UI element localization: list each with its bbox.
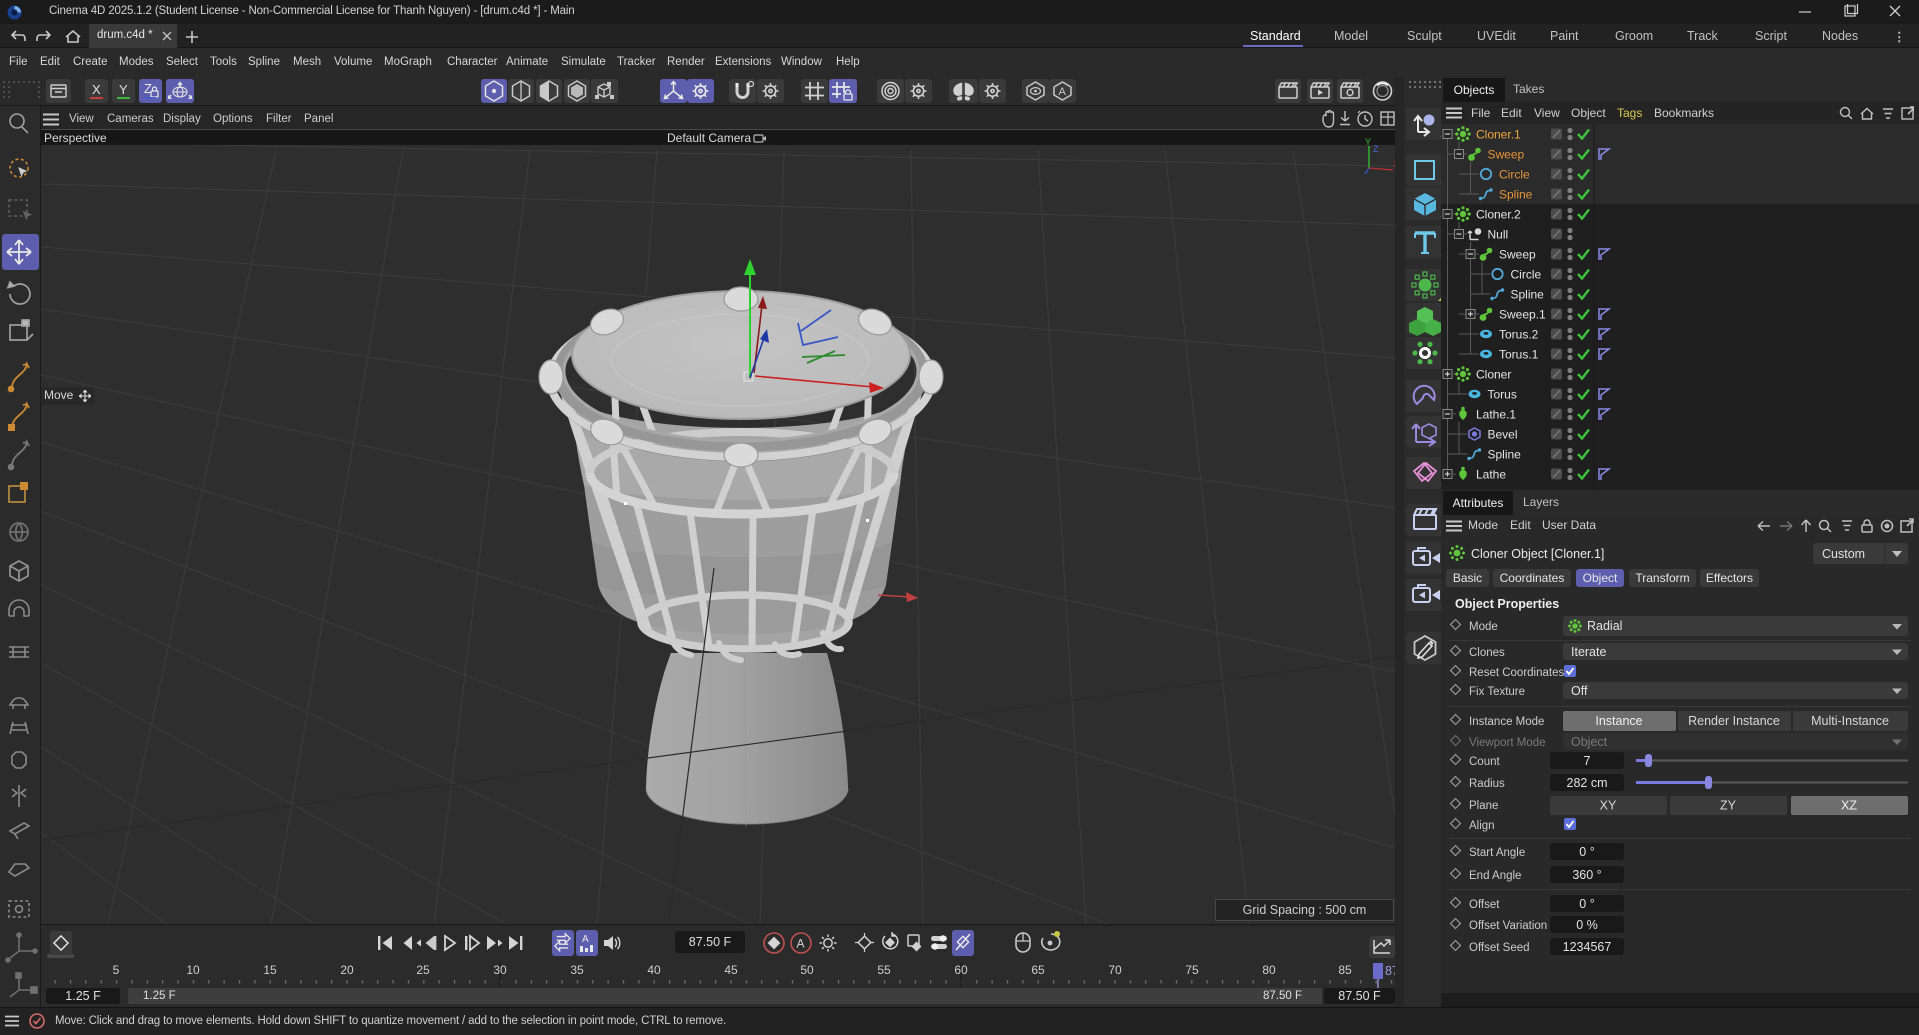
svg-text:25: 25: [416, 963, 430, 977]
svg-text:ZY: ZY: [1720, 799, 1737, 813]
svg-text:XY: XY: [1600, 799, 1617, 813]
svg-text:Null: Null: [1488, 228, 1509, 242]
svg-text:Spline: Spline: [1488, 448, 1522, 462]
svg-text:360 °: 360 °: [1572, 868, 1601, 882]
svg-text:Object: Object: [1583, 571, 1618, 585]
svg-text:Circle: Circle: [1511, 268, 1542, 282]
svg-text:5: 5: [113, 963, 120, 977]
svg-text:A: A: [797, 937, 805, 951]
svg-text:Torus.1: Torus.1: [1499, 348, 1539, 362]
svg-text:Cloner.1: Cloner.1: [1476, 128, 1521, 142]
svg-text:Offset Variation: Offset Variation: [1469, 920, 1547, 932]
svg-text:Bevel: Bevel: [1488, 428, 1518, 442]
svg-text:Cloner.2: Cloner.2: [1476, 208, 1521, 222]
svg-text:X: X: [92, 82, 101, 97]
svg-text:Plane: Plane: [1469, 800, 1498, 812]
svg-text:75: 75: [1185, 963, 1199, 977]
svg-text:Lathe.1: Lathe.1: [1476, 408, 1516, 422]
svg-text:Y: Y: [1365, 138, 1371, 147]
svg-text:Basic: Basic: [1453, 571, 1482, 585]
svg-text:Offset: Offset: [1469, 899, 1500, 911]
svg-text:Coordinates: Coordinates: [1500, 571, 1565, 585]
svg-text:Radial: Radial: [1587, 619, 1622, 633]
svg-text:Sweep: Sweep: [1488, 148, 1525, 162]
svg-text:55: 55: [877, 963, 891, 977]
svg-text:Count: Count: [1469, 756, 1500, 768]
svg-text:Align: Align: [1469, 820, 1495, 832]
svg-text:0 °: 0 °: [1579, 845, 1594, 859]
svg-text:65: 65: [1031, 963, 1045, 977]
svg-text:1234567: 1234567: [1563, 940, 1612, 954]
svg-text:Spline: Spline: [1499, 188, 1533, 202]
svg-text:Viewport Mode: Viewport Mode: [1469, 737, 1546, 749]
svg-text:30: 30: [493, 963, 507, 977]
svg-text:Sweep.1: Sweep.1: [1499, 308, 1546, 322]
svg-text:Off: Off: [1571, 684, 1588, 698]
svg-text:XZ: XZ: [1841, 799, 1857, 813]
svg-text:Spline: Spline: [1511, 288, 1545, 302]
svg-text:40: 40: [647, 963, 661, 977]
svg-text:Multi-Instance: Multi-Instance: [1811, 714, 1889, 728]
svg-text:A: A: [582, 934, 589, 945]
svg-text:Torus.2: Torus.2: [1499, 328, 1539, 342]
svg-text:85: 85: [1338, 963, 1352, 977]
svg-text:Lathe: Lathe: [1476, 468, 1506, 482]
svg-text:Start Angle: Start Angle: [1469, 847, 1525, 859]
svg-text:20: 20: [340, 963, 354, 977]
svg-text:Sweep: Sweep: [1499, 248, 1536, 262]
svg-text:60: 60: [954, 963, 968, 977]
svg-text:7: 7: [1584, 754, 1591, 768]
svg-text:End Angle: End Angle: [1469, 870, 1521, 882]
svg-text:50: 50: [800, 963, 814, 977]
svg-text:45: 45: [724, 963, 738, 977]
svg-text:Radius: Radius: [1469, 778, 1505, 790]
svg-text:A: A: [1059, 86, 1067, 98]
svg-text:Y: Y: [119, 82, 128, 97]
svg-text:Z: Z: [1373, 144, 1379, 154]
svg-text:0 %: 0 %: [1576, 918, 1598, 932]
svg-text:Clones: Clones: [1469, 647, 1505, 659]
svg-text:Cloner: Cloner: [1476, 368, 1511, 382]
svg-text:Circle: Circle: [1499, 168, 1530, 182]
svg-text:Instance Mode: Instance Mode: [1469, 716, 1544, 728]
svg-text:Render Instance: Render Instance: [1688, 714, 1780, 728]
svg-text:Object: Object: [1571, 735, 1608, 749]
svg-text:Object Properties: Object Properties: [1455, 597, 1559, 611]
svg-text:0 °: 0 °: [1579, 897, 1594, 911]
svg-text:Fix Texture: Fix Texture: [1469, 686, 1525, 698]
svg-text:87: 87: [1385, 964, 1395, 978]
svg-text:Iterate: Iterate: [1571, 645, 1606, 659]
svg-text:Effectors: Effectors: [1706, 571, 1753, 585]
svg-text:Torus: Torus: [1488, 388, 1517, 402]
svg-text:Instance: Instance: [1595, 714, 1642, 728]
svg-text:Transform: Transform: [1635, 571, 1689, 585]
svg-text:Reset Coordinates: Reset Coordinates: [1469, 667, 1564, 679]
svg-text:Mode: Mode: [1469, 621, 1498, 633]
svg-text:Offset Seed: Offset Seed: [1469, 942, 1530, 954]
svg-text:Custom: Custom: [1822, 547, 1865, 561]
svg-text:15: 15: [263, 963, 277, 977]
svg-text:70: 70: [1108, 963, 1122, 977]
svg-text:80: 80: [1262, 963, 1276, 977]
svg-text:10: 10: [186, 963, 200, 977]
svg-text:282 cm: 282 cm: [1567, 776, 1608, 790]
svg-text:35: 35: [570, 963, 584, 977]
svg-text:Cloner Object [Cloner.1]: Cloner Object [Cloner.1]: [1471, 547, 1604, 561]
